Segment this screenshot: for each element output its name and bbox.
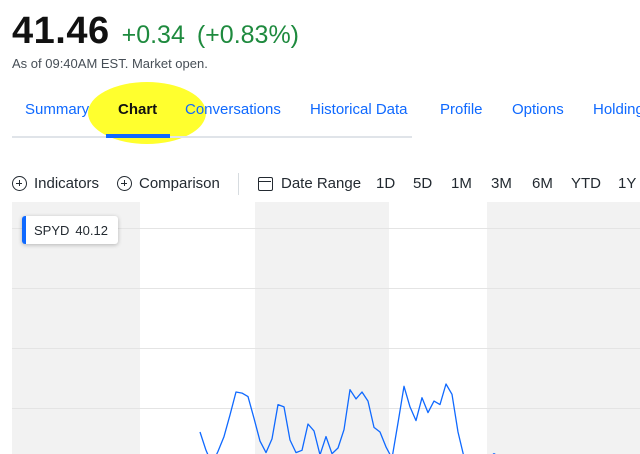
market-status: As of 09:40AM EST. Market open. — [12, 56, 208, 71]
price-chart[interactable]: SPYD 40.12 — [0, 202, 640, 454]
range-5d[interactable]: 5D — [413, 175, 432, 192]
legend-value: 40.12 — [75, 222, 108, 238]
price-change: +0.34 — [121, 21, 185, 49]
indicators-label: Indicators — [34, 175, 100, 192]
calendar-icon — [258, 176, 273, 191]
comparison-button[interactable]: Comparison — [117, 175, 220, 192]
date-range-button[interactable]: Date Range — [258, 175, 361, 192]
tab-summary[interactable]: Summary — [25, 101, 89, 118]
tab-options[interactable]: Options — [512, 101, 564, 118]
range-3m[interactable]: 3M — [491, 175, 512, 192]
legend-color-bar — [22, 216, 26, 244]
plus-circle-icon — [117, 176, 132, 191]
comparison-label: Comparison — [139, 175, 220, 192]
indicators-button[interactable]: Indicators — [12, 175, 99, 192]
plus-circle-icon — [12, 176, 27, 191]
legend-symbol: SPYD — [34, 222, 70, 238]
active-tab-indicator — [106, 134, 170, 138]
range-6m[interactable]: 6M — [532, 175, 553, 192]
stock-price: 41.46 — [12, 10, 110, 52]
symbol-legend: SPYD 40.12 — [22, 216, 118, 244]
tab-chart[interactable]: Chart — [118, 101, 157, 118]
price-change-percent: (+0.83%) — [196, 21, 299, 49]
quote-tabs: Summary Chart Conversations Historical D… — [0, 94, 640, 140]
range-1d[interactable]: 1D — [376, 175, 395, 192]
tabs-divider — [12, 136, 412, 138]
price-series-line — [199, 383, 496, 454]
date-range-label: Date Range — [281, 175, 362, 192]
range-1m[interactable]: 1M — [451, 175, 472, 192]
quote-header: 41.46 +0.34 (+0.83%) — [12, 10, 299, 58]
toolbar-divider — [238, 173, 239, 195]
range-1y[interactable]: 1Y — [618, 175, 636, 192]
tab-holdings[interactable]: Holdings — [593, 101, 640, 118]
tab-historical-data[interactable]: Historical Data — [310, 101, 408, 118]
tab-conversations[interactable]: Conversations — [185, 101, 281, 118]
chart-toolbar: Indicators Comparison Date Range 1D 5D 1… — [0, 170, 640, 198]
tab-profile[interactable]: Profile — [440, 101, 483, 118]
range-ytd[interactable]: YTD — [571, 175, 601, 192]
